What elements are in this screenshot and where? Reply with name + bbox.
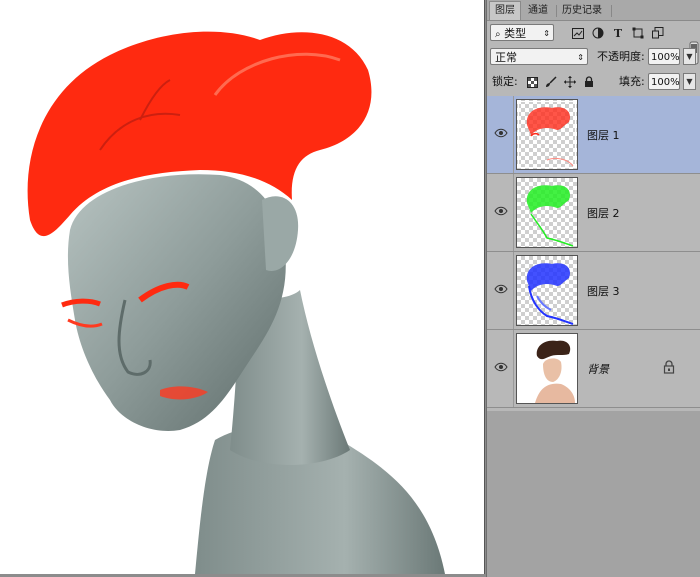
fill-dropdown-button[interactable]: ▼ xyxy=(683,73,696,90)
lock-transparent-icon[interactable] xyxy=(525,75,539,89)
lock-all-icon[interactable] xyxy=(582,75,596,89)
thumbnail-art xyxy=(526,107,574,167)
smart-object-filter-icon[interactable] xyxy=(651,26,665,40)
filter-kind-select[interactable]: ⌕ 类型 ⇕ xyxy=(490,24,554,41)
shape-filter-icon[interactable] xyxy=(631,26,645,40)
layers-empty-area xyxy=(487,411,700,577)
document-canvas[interactable] xyxy=(0,0,485,574)
lock-icon xyxy=(663,360,675,374)
eye-icon[interactable] xyxy=(494,283,508,295)
tab-channels[interactable]: 通道 xyxy=(523,2,553,20)
triangle-down-icon: ▼ xyxy=(686,77,693,86)
tab-history[interactable]: 历史记录 xyxy=(557,2,607,20)
layer-row-1[interactable]: 图层 1 xyxy=(487,96,700,174)
layer-thumbnail[interactable] xyxy=(516,255,578,326)
layer-row-background[interactable]: 背景 xyxy=(487,330,700,408)
layer-name[interactable]: 图层 1 xyxy=(587,127,620,143)
blend-row: 正常 ⇕ 不透明度: 100% ▼ xyxy=(487,46,700,70)
opacity-label: 不透明度: xyxy=(597,50,645,63)
layer-row-2[interactable]: 图层 2 xyxy=(487,174,700,252)
fill-input[interactable]: 100% xyxy=(648,73,680,90)
layer-thumbnail[interactable] xyxy=(516,333,578,404)
thumbnail-art xyxy=(526,185,574,247)
filter-kind-label: 类型 xyxy=(504,27,527,40)
eye-icon[interactable] xyxy=(494,127,508,139)
layer-name[interactable]: 图层 3 xyxy=(587,283,620,299)
layer-thumbnail[interactable] xyxy=(516,99,578,170)
triangle-down-icon: ▼ xyxy=(686,52,693,61)
layers-panel: 图层 通道 历史记录 ⌕ 类型 ⇕ T 正常 ⇕ 不透明度: 100% ▼ 锁定… xyxy=(486,0,700,577)
lock-label: 锁定: xyxy=(492,75,518,88)
opacity-input[interactable]: 100% xyxy=(648,48,680,65)
thumbnail-art xyxy=(526,263,574,325)
opacity-dropdown-button[interactable]: ▼ xyxy=(683,48,696,65)
tab-separator xyxy=(611,5,612,17)
layer-name[interactable]: 背景 xyxy=(587,361,609,377)
lock-position-icon[interactable] xyxy=(563,75,577,89)
layer-name[interactable]: 图层 2 xyxy=(587,205,620,221)
lock-paint-icon[interactable] xyxy=(544,75,558,89)
type-filter-icon[interactable]: T xyxy=(611,26,625,40)
eye-icon[interactable] xyxy=(494,361,508,373)
eye-icon[interactable] xyxy=(494,205,508,217)
thumbnail-art xyxy=(535,340,575,403)
image-filter-icon[interactable] xyxy=(571,26,585,40)
lock-row: 锁定: 填充: 100% ▼ xyxy=(487,71,700,95)
blend-mode-value: 正常 xyxy=(495,51,517,64)
layer-row-3[interactable]: 图层 3 xyxy=(487,252,700,330)
filter-row: ⌕ 类型 ⇕ T xyxy=(487,21,700,65)
stepper-arrows-icon: ⇕ xyxy=(543,29,550,38)
blend-mode-select[interactable]: 正常 ⇕ xyxy=(490,48,588,65)
stepper-arrows-icon: ⇕ xyxy=(577,53,584,62)
tab-layers[interactable]: 图层 xyxy=(489,1,521,20)
panel-tab-bar: 图层 通道 历史记录 xyxy=(487,0,700,21)
photoshop-window: 图层 通道 历史记录 ⌕ 类型 ⇕ T 正常 ⇕ 不透明度: 100% ▼ 锁定… xyxy=(0,0,700,577)
canvas-artwork xyxy=(27,31,445,574)
adjustment-filter-icon[interactable] xyxy=(591,26,605,40)
layer-thumbnail[interactable] xyxy=(516,177,578,248)
fill-label: 填充: xyxy=(619,75,645,88)
layers-list: 图层 1 图层 2 图层 3 背景 xyxy=(487,96,700,412)
search-icon: ⌕ xyxy=(495,29,501,40)
